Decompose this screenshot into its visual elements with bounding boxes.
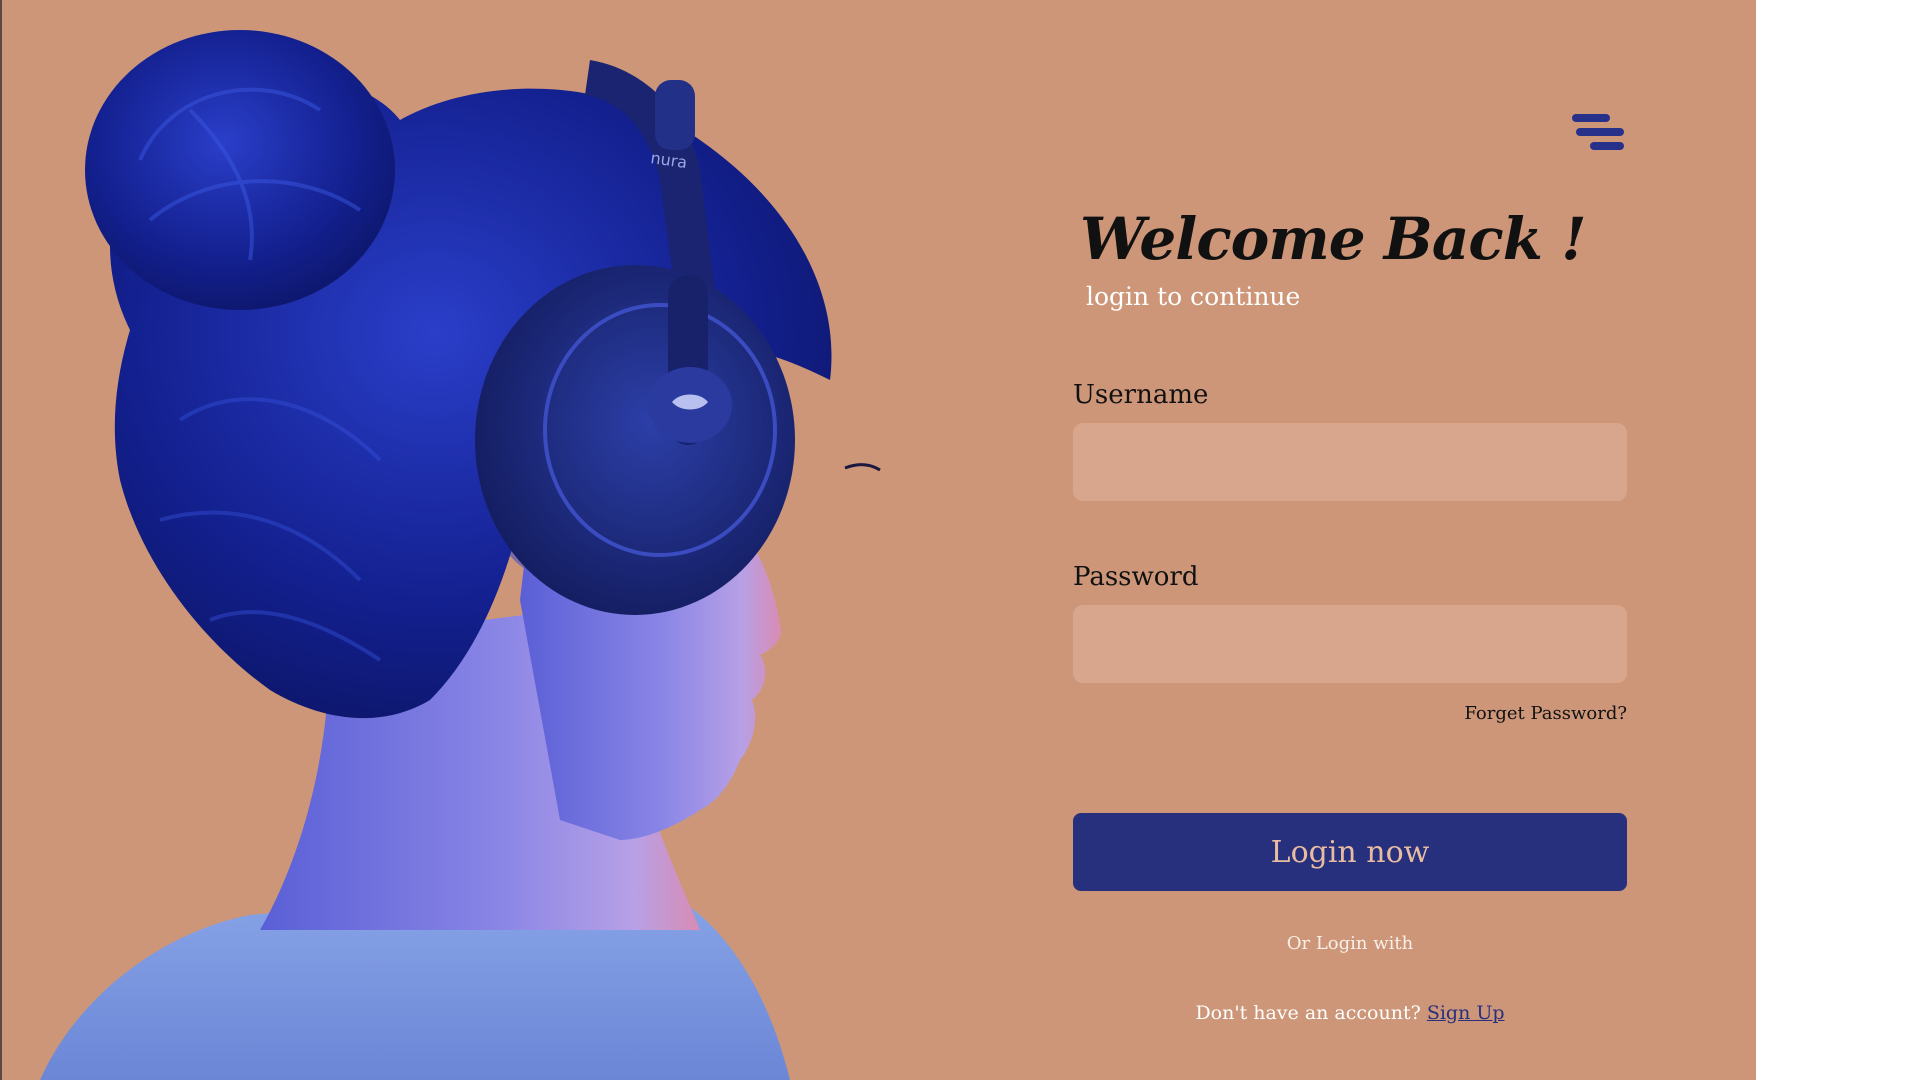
login-panel: nura Welcome Back ! login to continue Us… xyxy=(0,0,1756,1080)
eye-lash xyxy=(844,463,881,472)
signup-prompt: Don't have an account? xyxy=(1195,1002,1421,1024)
page-title: Welcome Back ! xyxy=(1080,205,1587,273)
password-input[interactable] xyxy=(1073,605,1627,683)
hamburger-menu-icon[interactable] xyxy=(1572,110,1628,158)
hero-image: nura xyxy=(0,0,920,1080)
forgot-password-link[interactable]: Forget Password? xyxy=(1464,703,1627,724)
alt-login-text: Or Login with xyxy=(1286,933,1414,954)
menu-bar-bottom xyxy=(1590,142,1624,150)
login-button[interactable]: Login now xyxy=(1073,813,1627,891)
password-label: Password xyxy=(1073,562,1199,592)
hair-bun xyxy=(85,30,395,310)
signup-row: Don't have an account? Sign Up xyxy=(1073,1002,1627,1024)
headphone-cup xyxy=(475,265,795,615)
page: nura Welcome Back ! login to continue Us… xyxy=(0,0,1920,1080)
menu-bar-top xyxy=(1572,114,1610,122)
menu-bar-middle xyxy=(1576,128,1624,136)
username-label: Username xyxy=(1073,380,1209,410)
headphone-band-top xyxy=(655,80,695,150)
page-subtitle: login to continue xyxy=(1086,282,1301,311)
hero-illustration: nura xyxy=(40,30,881,1080)
username-input[interactable] xyxy=(1073,423,1627,501)
signup-link[interactable]: Sign Up xyxy=(1427,1002,1505,1024)
